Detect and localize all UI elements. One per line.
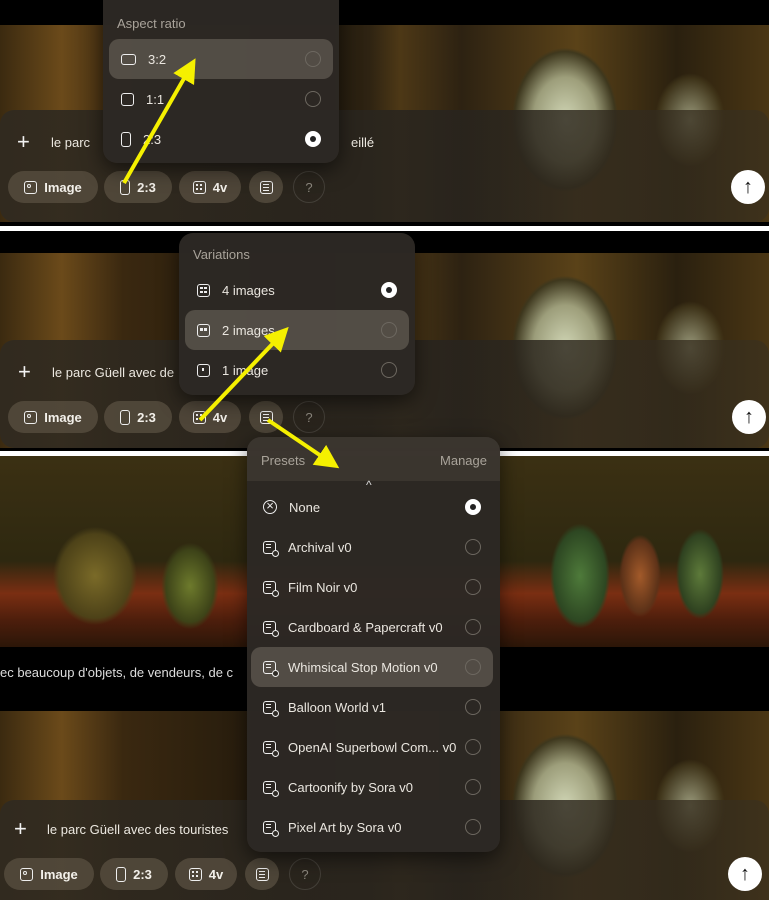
arrow-to-ratio-option — [122, 58, 196, 184]
arrow-to-variation-option — [198, 326, 289, 422]
arrow-to-presets-menu — [266, 418, 340, 469]
annotation-arrows — [122, 58, 340, 469]
